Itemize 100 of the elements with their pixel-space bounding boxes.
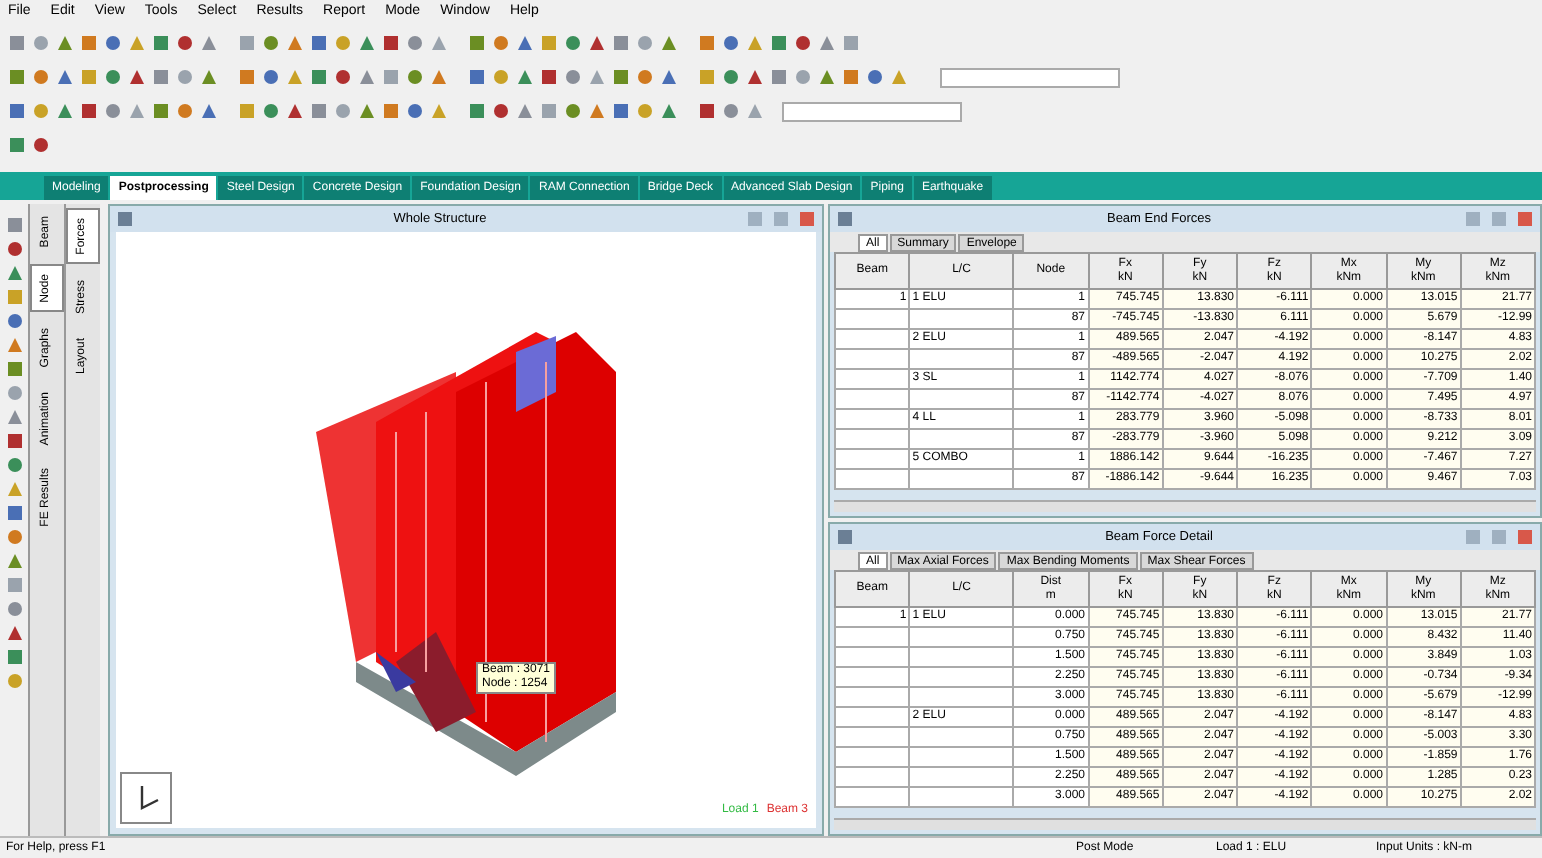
circle-icon[interactable] — [104, 102, 122, 120]
table-cell — [835, 369, 910, 389]
square-icon[interactable] — [5, 432, 23, 450]
maximize-icon[interactable] — [1490, 210, 1508, 228]
square-icon[interactable] — [468, 68, 486, 86]
square-icon[interactable] — [612, 102, 630, 120]
square-icon[interactable] — [152, 68, 170, 86]
square-icon[interactable] — [698, 102, 716, 120]
circle-icon[interactable] — [406, 68, 424, 86]
table-cell — [835, 409, 910, 429]
square-icon[interactable] — [5, 360, 23, 378]
square-icon[interactable] — [8, 34, 26, 52]
square-icon[interactable] — [382, 102, 400, 120]
circle-icon[interactable] — [262, 34, 280, 52]
circle-icon[interactable] — [722, 68, 740, 86]
window-icon[interactable] — [836, 528, 854, 546]
table-cell — [835, 329, 910, 349]
triangle-icon[interactable] — [5, 408, 23, 426]
square-icon[interactable] — [612, 34, 630, 52]
square-icon[interactable] — [382, 34, 400, 52]
circle-icon[interactable] — [262, 102, 280, 120]
table-cell — [835, 727, 910, 747]
square-icon[interactable] — [770, 68, 788, 86]
square-icon[interactable] — [770, 34, 788, 52]
table-cell — [835, 667, 910, 687]
minimize-icon[interactable] — [1464, 528, 1482, 546]
circle-icon[interactable] — [564, 34, 582, 52]
square-icon[interactable] — [310, 68, 328, 86]
close-icon[interactable] — [798, 210, 816, 228]
table-cell — [835, 389, 910, 409]
circle-icon[interactable] — [334, 68, 352, 86]
table-cell — [835, 647, 910, 667]
circle-icon[interactable] — [262, 68, 280, 86]
minimize-icon[interactable] — [1464, 210, 1482, 228]
square-icon[interactable] — [5, 648, 23, 666]
circle-icon[interactable] — [5, 528, 23, 546]
table-cell — [835, 429, 910, 449]
circle-icon[interactable] — [5, 456, 23, 474]
circle-icon[interactable] — [104, 68, 122, 86]
circle-icon[interactable] — [5, 312, 23, 330]
table-cell — [835, 747, 910, 767]
circle-icon[interactable] — [636, 68, 654, 86]
table-cell — [835, 767, 910, 787]
circle-icon[interactable] — [32, 136, 50, 154]
triangle-icon[interactable] — [5, 552, 23, 570]
circle-icon[interactable] — [104, 34, 122, 52]
dropdown-field[interactable] — [782, 101, 962, 121]
circle-icon[interactable] — [5, 600, 23, 618]
square-icon[interactable] — [468, 34, 486, 52]
square-icon[interactable] — [5, 504, 23, 522]
circle-icon[interactable] — [722, 102, 740, 120]
circle-icon[interactable] — [492, 102, 510, 120]
square-icon[interactable] — [152, 34, 170, 52]
table-cell — [835, 469, 910, 489]
minimize-icon[interactable] — [746, 210, 764, 228]
square-icon[interactable] — [8, 102, 26, 120]
table-cell — [835, 349, 910, 369]
square-icon[interactable] — [80, 34, 98, 52]
square-icon[interactable] — [8, 68, 26, 86]
circle-icon[interactable] — [564, 68, 582, 86]
square-icon[interactable] — [238, 68, 256, 86]
circle-icon[interactable] — [722, 34, 740, 52]
circle-icon[interactable] — [406, 34, 424, 52]
circle-icon[interactable] — [32, 68, 50, 86]
table-cell — [835, 309, 910, 329]
square-icon[interactable] — [540, 68, 558, 86]
square-icon[interactable] — [5, 216, 23, 234]
window-icon[interactable] — [836, 210, 854, 228]
square-icon[interactable] — [468, 102, 486, 120]
horizontal-scrollbar[interactable] — [834, 500, 1536, 512]
square-icon[interactable] — [152, 102, 170, 120]
circle-icon[interactable] — [176, 34, 194, 52]
horizontal-scrollbar[interactable] — [834, 818, 1536, 830]
maximize-icon[interactable] — [1490, 528, 1508, 546]
square-icon[interactable] — [80, 102, 98, 120]
triangle-icon[interactable] — [5, 624, 23, 642]
circle-icon[interactable] — [794, 34, 812, 52]
table-cell — [835, 687, 910, 707]
square-icon[interactable] — [698, 34, 716, 52]
close-icon[interactable] — [1516, 528, 1534, 546]
close-icon[interactable] — [1516, 210, 1534, 228]
circle-icon[interactable] — [564, 102, 582, 120]
square-icon[interactable] — [612, 68, 630, 86]
circle-icon[interactable] — [176, 102, 194, 120]
triangle-icon[interactable] — [5, 264, 23, 282]
table-cell — [835, 627, 910, 647]
triangle-icon[interactable] — [5, 336, 23, 354]
circle-icon[interactable] — [406, 102, 424, 120]
square-icon[interactable] — [842, 68, 860, 86]
table-cell — [835, 449, 910, 469]
maximize-icon[interactable] — [772, 210, 790, 228]
circle-icon[interactable] — [492, 34, 510, 52]
dropdown-field[interactable] — [940, 67, 1120, 87]
square-icon[interactable] — [310, 102, 328, 120]
circle-icon[interactable] — [5, 240, 23, 258]
table-cell — [835, 787, 910, 807]
square-icon[interactable] — [310, 34, 328, 52]
window-icon[interactable] — [116, 210, 134, 228]
circle-icon[interactable] — [866, 68, 884, 86]
square-icon[interactable] — [8, 136, 26, 154]
